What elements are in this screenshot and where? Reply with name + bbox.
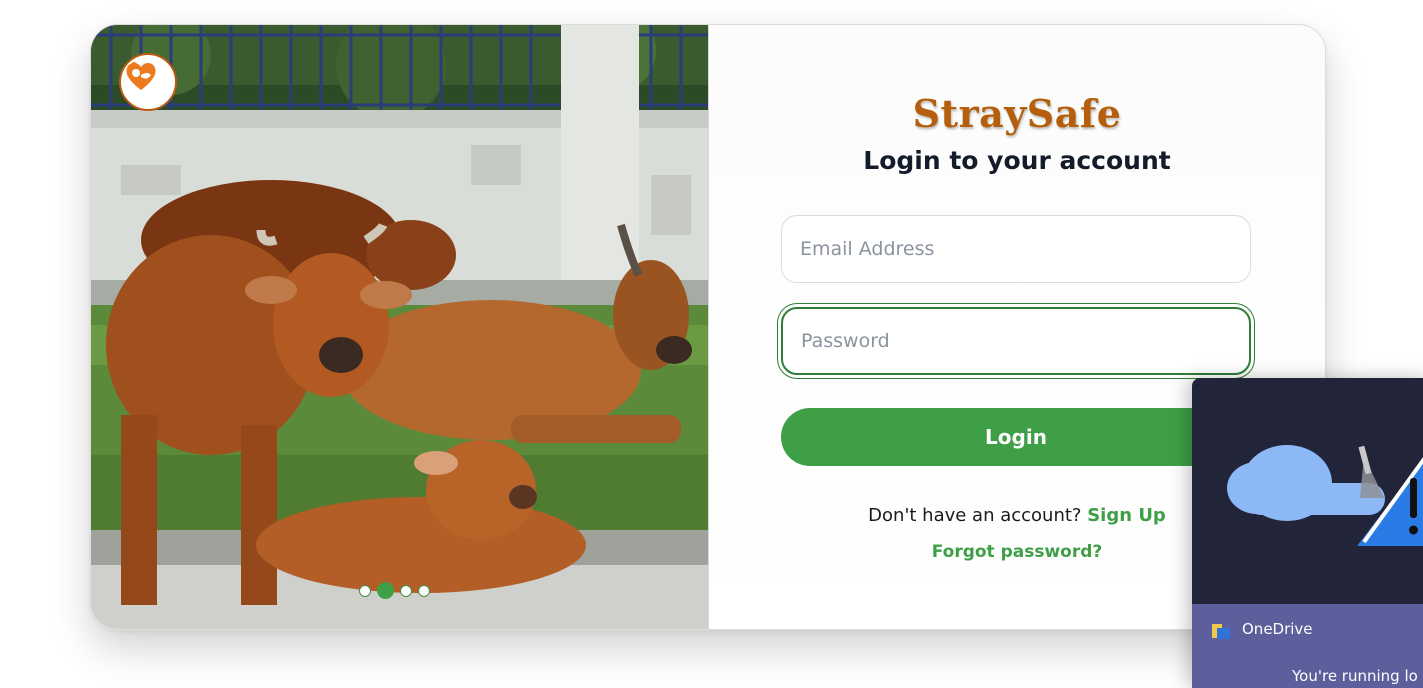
brand-logo[interactable] [119, 53, 177, 111]
stray-cattle-photo [91, 25, 708, 629]
carousel-dot-4[interactable] [418, 584, 430, 597]
carousel-dot-2-active[interactable] [377, 582, 394, 599]
onedrive-notification[interactable]: OneDrive You're running lo [1192, 378, 1423, 688]
carousel-dot-1[interactable] [359, 584, 371, 597]
notification-app-name: OneDrive [1242, 620, 1313, 638]
login-title: Login to your account [863, 146, 1171, 175]
onedrive-app-icon [1212, 624, 1230, 639]
brand-name: StraySafe [912, 91, 1122, 136]
notification-message: You're running lo [1292, 667, 1418, 685]
signup-prompt-text: Don't have an account? [868, 505, 1082, 526]
notification-art [1227, 445, 1423, 546]
password-field[interactable] [781, 307, 1251, 375]
forgot-password-link[interactable]: Forgot password? [932, 542, 1103, 562]
login-card: StraySafe Login to your account Login Do… [90, 24, 1326, 630]
signup-link[interactable]: Sign Up [1087, 505, 1166, 526]
notification-footer: OneDrive You're running lo [1192, 604, 1423, 688]
email-field[interactable] [781, 215, 1251, 283]
carousel-dot-3[interactable] [400, 584, 412, 597]
carousel-dots [359, 582, 430, 599]
hero-image-carousel [91, 25, 709, 629]
login-button[interactable]: Login [781, 408, 1251, 466]
pet-heart-icon [126, 62, 156, 90]
